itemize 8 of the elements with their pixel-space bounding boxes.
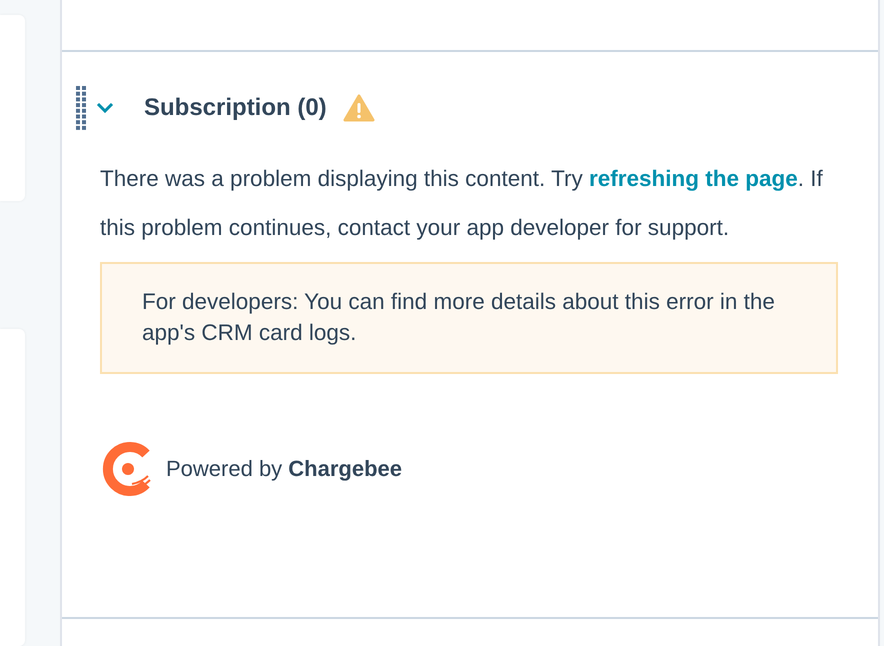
drag-handle-icon[interactable]	[76, 86, 86, 130]
card-title: Subscription (0)	[144, 94, 327, 122]
refresh-link[interactable]: refreshing the page	[588, 166, 798, 191]
developer-note: For developers: You can find more details about this error in the app's CRM card logs.	[100, 262, 838, 374]
error-message: There was a problem displaying this content. Try refreshing the page. If this problem continues, contact your app developer for support.	[100, 165, 824, 242]
powered-by-text: Powered by Chargebee	[166, 456, 402, 482]
chevron-icon[interactable]	[96, 102, 114, 114]
warning-icon	[342, 94, 375, 122]
